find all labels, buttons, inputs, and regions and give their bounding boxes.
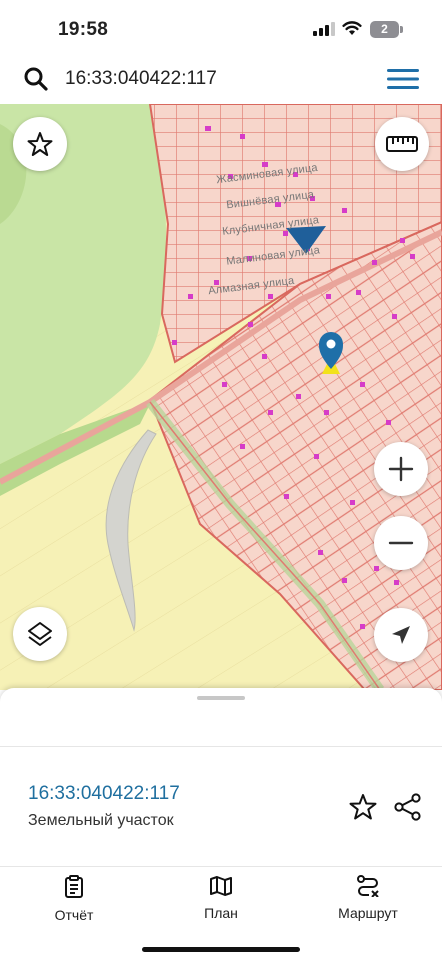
tab-route[interactable]: Маршрут <box>308 875 428 921</box>
zoom-in-icon <box>388 456 414 482</box>
tab-report[interactable]: Отчёт <box>14 875 134 923</box>
cadastral-map[interactable] <box>0 104 442 690</box>
report-icon <box>65 875 83 898</box>
tab-route-label: Маршрут <box>338 905 398 921</box>
status-time: 19:58 <box>58 19 109 40</box>
search-input[interactable]: 16:33:040422:117 <box>65 68 217 90</box>
share-icon[interactable] <box>393 792 423 822</box>
route-icon <box>357 875 379 897</box>
parcel-number-link[interactable]: 16:33:040422:117 <box>28 783 180 805</box>
ruler-button[interactable] <box>375 117 429 171</box>
tab-bar: Отчёт План Маршрут <box>0 866 442 960</box>
map-view[interactable]: Жасминовая улица Вишнёвая улица Клубничн… <box>0 104 442 690</box>
signal-icon <box>313 22 335 36</box>
parcel-info-sheet[interactable]: 16:33:040422:117 Земельный участок <box>0 688 442 866</box>
search-icon[interactable] <box>23 66 49 92</box>
map-plan-icon <box>210 876 232 896</box>
battery-icon: 2 <box>370 21 403 38</box>
sheet-grabber[interactable] <box>197 696 245 700</box>
status-bar: 19:58 2 <box>0 0 442 58</box>
tab-plan[interactable]: План <box>161 875 281 921</box>
zoom-out-icon <box>388 541 414 545</box>
layers-button[interactable] <box>13 607 67 661</box>
layers-icon <box>28 622 52 646</box>
locate-arrow-icon <box>392 626 410 644</box>
tab-report-label: Отчёт <box>54 907 94 923</box>
wifi-icon <box>342 21 362 35</box>
home-indicator <box>142 947 300 952</box>
favorite-star-icon[interactable] <box>348 792 378 822</box>
zoom-in-button[interactable] <box>374 442 428 496</box>
ruler-icon <box>386 136 418 152</box>
search-bar[interactable]: 16:33:040422:117 <box>7 58 435 100</box>
zoom-out-button[interactable] <box>374 516 428 570</box>
favorite-star-icon <box>27 132 53 156</box>
locate-button[interactable] <box>374 608 428 662</box>
parcel-type-label: Земельный участок <box>28 812 174 829</box>
sheet-divider <box>0 746 442 747</box>
favorite-star-button[interactable] <box>13 117 67 171</box>
menu-icon[interactable] <box>387 68 419 90</box>
tab-plan-label: План <box>204 905 238 921</box>
battery-level: 2 <box>370 21 399 38</box>
